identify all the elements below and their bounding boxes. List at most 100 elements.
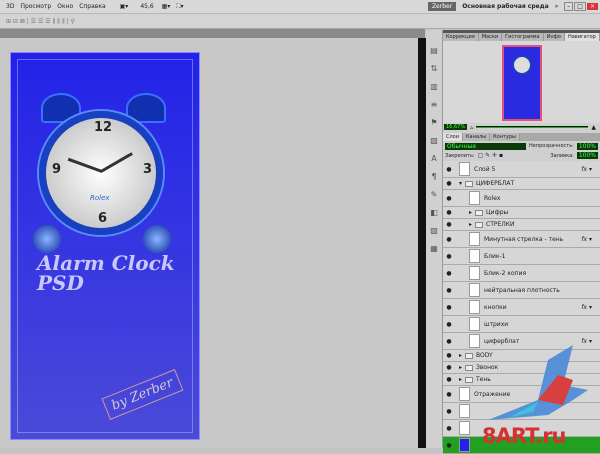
tab-adjustments[interactable]: Коррекция	[443, 33, 479, 41]
navigator-preview[interactable]	[443, 41, 600, 123]
layer-row[interactable]: ● циферблат fx ▾	[443, 333, 600, 350]
eye-icon[interactable]: ●	[443, 391, 455, 398]
layer-row[interactable]: ● ▸ Цифры	[443, 207, 600, 219]
workspace-select[interactable]: Основная рабочая среда	[462, 3, 548, 10]
eye-icon[interactable]: ●	[443, 304, 455, 311]
eye-icon[interactable]: ●	[443, 376, 455, 383]
more-icon[interactable]: »	[555, 3, 559, 10]
layout-icon[interactable]: ▣▾	[120, 3, 129, 10]
styles-icon[interactable]: ◧	[426, 204, 442, 222]
menu-3d[interactable]: 3D	[6, 3, 14, 10]
eye-icon[interactable]: ●	[443, 236, 455, 243]
tab-channels[interactable]: Каналы	[463, 133, 491, 141]
maximize-button[interactable]: □	[574, 2, 586, 11]
expand-arrow-icon[interactable]: ▸	[459, 376, 462, 383]
opacity-field[interactable]: 100%	[576, 142, 598, 150]
layer-row[interactable]: ● Rolex	[443, 190, 600, 207]
eye-icon[interactable]: ●	[443, 221, 455, 228]
expand-arrow-icon[interactable]: ▸	[469, 221, 472, 228]
layer-row[interactable]: ● Блик-2 копия	[443, 265, 600, 282]
clone-icon[interactable]: ⚑	[426, 114, 442, 132]
tool-presets-icon[interactable]: ✎	[426, 186, 442, 204]
zoom-select[interactable]: 45,6	[140, 3, 153, 10]
zoom-slider[interactable]	[476, 126, 589, 128]
arrange-icon[interactable]: ▦▾	[162, 3, 171, 10]
fx-icon[interactable]: fx ▾	[581, 338, 592, 345]
align-icons[interactable]: ⊞ ⊟ ⊠ | ☰ ☰ ☰ ⫼ ⫼ ⫼ | ⚲	[6, 18, 75, 26]
layer-name: Звонок	[476, 364, 499, 371]
layer-row[interactable]: ● ▸ Тень	[443, 374, 600, 386]
eye-icon[interactable]: ●	[443, 253, 455, 260]
eye-icon[interactable]: ●	[443, 180, 455, 187]
layer-row[interactable]: ●	[443, 437, 600, 454]
menu-window[interactable]: Окно	[57, 3, 73, 10]
tab-histogram[interactable]: Гистограмма	[502, 33, 544, 41]
layer-row[interactable]: ● кнопки fx ▾	[443, 299, 600, 316]
expand-arrow-icon[interactable]: ▾	[459, 180, 462, 187]
menu-view[interactable]: Просмотр	[20, 3, 51, 10]
button-left	[33, 225, 61, 253]
menu-help[interactable]: Справка	[79, 3, 105, 10]
eye-icon[interactable]: ●	[443, 195, 455, 202]
layer-row[interactable]: ● штрихи	[443, 316, 600, 333]
layer-thumbnail	[469, 249, 480, 263]
layer-name: Слой 5	[474, 165, 496, 173]
eye-icon[interactable]: ●	[443, 425, 455, 432]
eye-icon[interactable]: ●	[443, 338, 455, 345]
layer-thumbnail	[469, 191, 480, 205]
fx-icon[interactable]: fx ▾	[581, 304, 592, 311]
layer-row[interactable]: ● ▸ Звонок	[443, 362, 600, 374]
tab-info[interactable]: Инфо	[543, 33, 565, 41]
eye-icon[interactable]: ●	[443, 270, 455, 277]
expand-arrow-icon[interactable]: ▸	[459, 352, 462, 359]
navigator-thumbnail	[502, 45, 542, 121]
screen-mode-icon[interactable]: ⛶▾	[176, 3, 183, 11]
fx-icon[interactable]: fx ▾	[581, 166, 592, 173]
eye-icon[interactable]: ●	[443, 287, 455, 294]
paragraph-icon[interactable]: ¶	[426, 168, 442, 186]
eye-icon[interactable]: ●	[443, 321, 455, 328]
layer-comps-icon[interactable]: ▨	[426, 222, 442, 240]
character-icon[interactable]: A	[426, 150, 442, 168]
minimize-button[interactable]: –	[564, 2, 574, 11]
layer-row[interactable]: ●	[443, 403, 600, 420]
eye-icon[interactable]: ●	[443, 364, 455, 371]
layer-row[interactable]: ● нейтральная плотность	[443, 282, 600, 299]
layer-row[interactable]: ● Минутная стрелка - тень fx ▾	[443, 231, 600, 248]
document-canvas[interactable]: 12 3 6 9 Rolex Alarm Clock PSD by Zerber	[10, 52, 200, 440]
layer-row[interactable]: ● ▸ BODY	[443, 350, 600, 362]
user-badge[interactable]: Zerber	[427, 2, 457, 11]
expand-arrow-icon[interactable]: ▸	[459, 364, 462, 371]
actions-icon[interactable]: ▧	[426, 132, 442, 150]
layer-row[interactable]: ● ▾ ЦИФЕРБЛАТ	[443, 178, 600, 190]
eye-icon[interactable]: ●	[443, 352, 455, 359]
eye-icon[interactable]: ●	[443, 408, 455, 415]
fx-icon[interactable]: fx ▾	[581, 236, 592, 243]
layer-row[interactable]: ● Слой 5 fx ▾	[443, 161, 600, 178]
layer-name: Блик-2 копия	[484, 269, 527, 277]
zoom-out-icon[interactable]: ▵	[470, 124, 473, 131]
zoom-in-icon[interactable]: ▲	[591, 124, 596, 131]
close-button[interactable]: ×	[586, 3, 598, 10]
eye-icon[interactable]: ●	[443, 166, 455, 173]
blend-mode-select[interactable]: Обычные	[445, 142, 527, 150]
layer-row[interactable]: ●	[443, 420, 600, 437]
lock-icons[interactable]: ▢ ✎ ✛ ▪	[478, 152, 504, 159]
tab-masks[interactable]: Маски	[478, 33, 503, 41]
eye-icon[interactable]: ●	[443, 209, 455, 216]
expand-arrow-icon[interactable]: ▸	[469, 209, 472, 216]
eye-icon[interactable]: ●	[443, 442, 455, 449]
zoom-field[interactable]: 16,67%	[444, 124, 468, 130]
histogram-icon[interactable]: ▤	[426, 42, 442, 60]
fill-field[interactable]: 100%	[576, 152, 598, 159]
layer-row[interactable]: ● ▸ СТРЕЛКИ	[443, 219, 600, 231]
adjust-icon[interactable]: ⇅	[426, 60, 442, 78]
info-icon[interactable]: ▥	[426, 78, 442, 96]
notes-icon[interactable]: ▦	[426, 240, 442, 258]
brush-icon[interactable]: ≡	[426, 96, 442, 114]
layer-row[interactable]: ● Блик-1	[443, 248, 600, 265]
layer-row[interactable]: ● Отражение	[443, 386, 600, 403]
tab-navigator[interactable]: Навигатор	[564, 33, 600, 41]
tab-paths[interactable]: Контуры	[490, 133, 520, 141]
tab-layers[interactable]: Слои	[443, 133, 463, 141]
